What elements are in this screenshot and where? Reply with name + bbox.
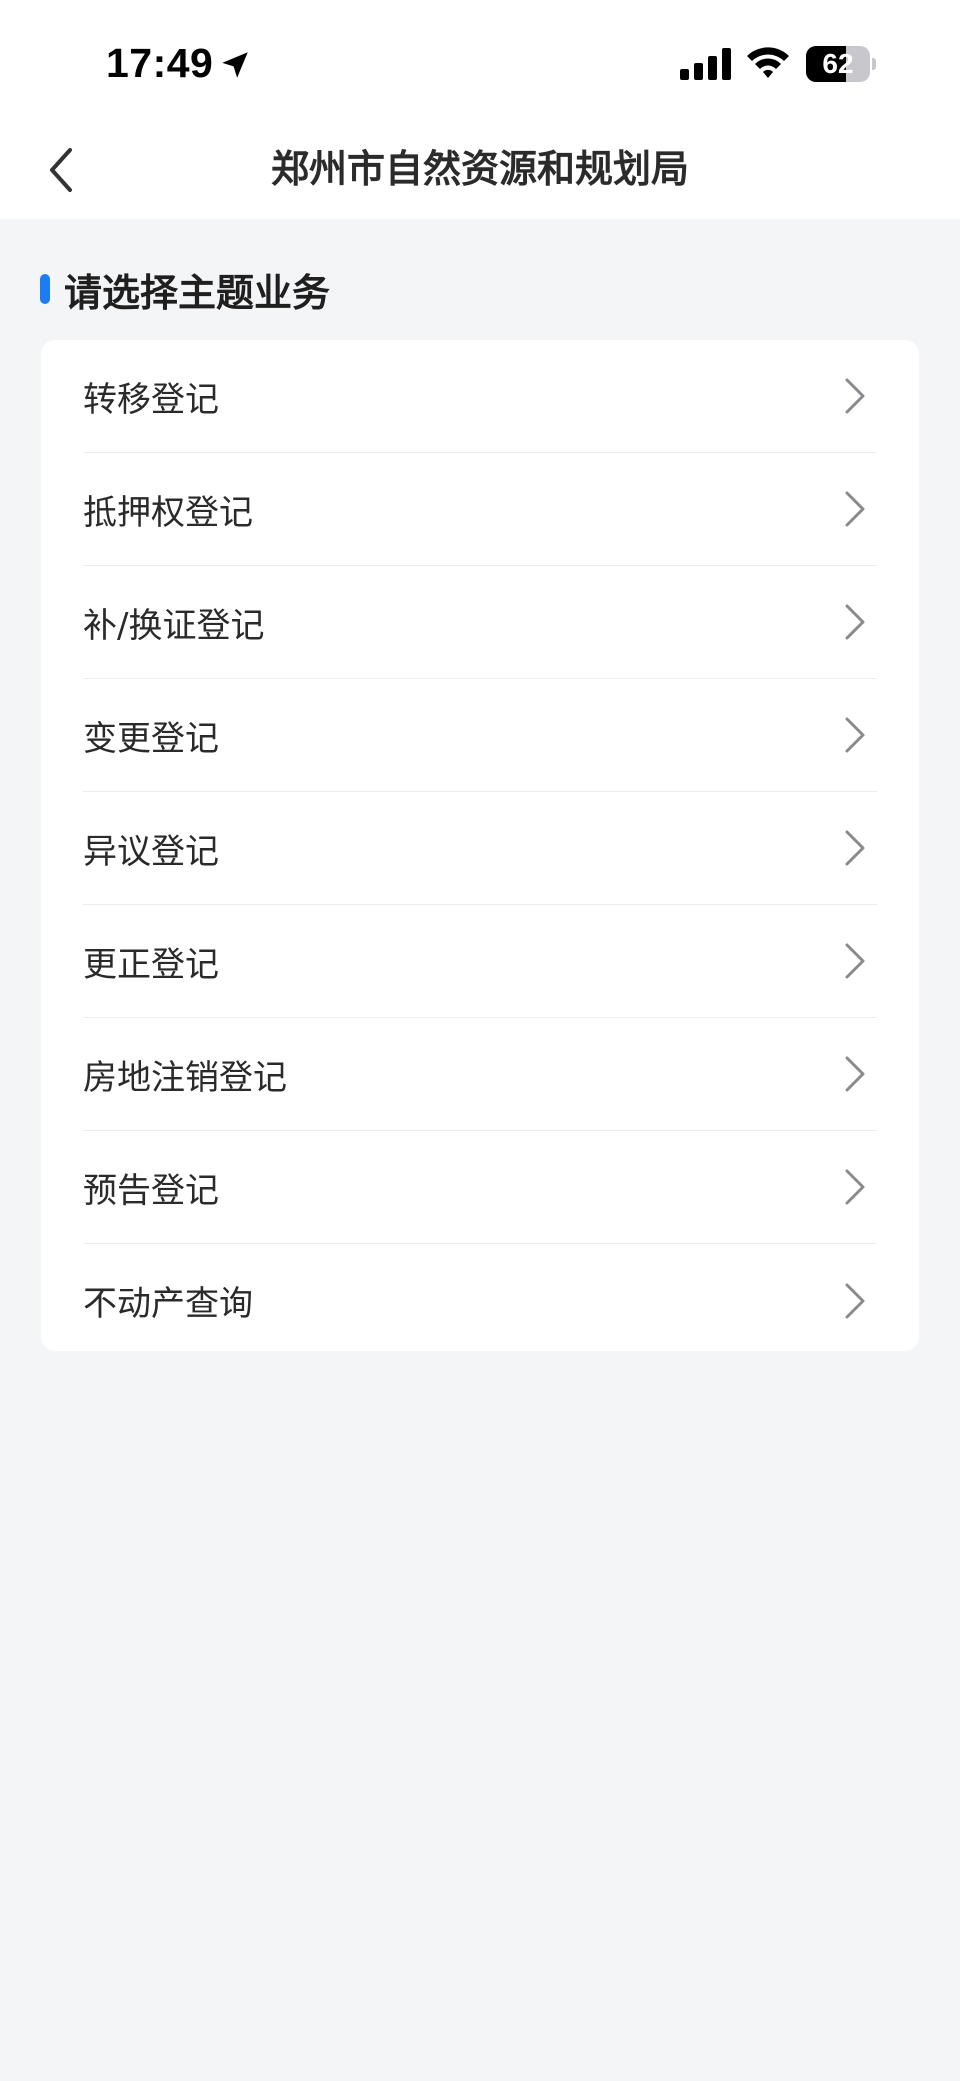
chevron-right-icon [845, 378, 865, 414]
battery-percent: 62 [822, 48, 854, 79]
menu-item-change-registration[interactable]: 变更登记 [83, 679, 877, 792]
section-accent-bar [40, 274, 50, 304]
menu-item-certificate-reissue[interactable]: 补/换证登记 [83, 566, 877, 679]
location-arrow-icon [222, 52, 248, 78]
chevron-left-icon [50, 148, 72, 192]
menu-item-label: 不动产查询 [83, 1284, 253, 1324]
menu-item-label: 转移登记 [83, 379, 219, 420]
menu-item-label: 异议登记 [83, 831, 219, 872]
menu-item-advance-notice-registration[interactable]: 预告登记 [83, 1131, 877, 1244]
top-bar-area: 17:49 62 郑州市自然资源和规划局 [0, 0, 960, 219]
chevron-right-icon [845, 1056, 865, 1092]
menu-item-objection-registration[interactable]: 异议登记 [83, 792, 877, 905]
back-button[interactable] [30, 140, 90, 200]
battery-body: 62 [806, 46, 870, 82]
cellular-signal-icon [680, 48, 731, 80]
section-header: 请选择主题业务 [40, 262, 330, 316]
menu-item-correction-registration[interactable]: 更正登记 [83, 905, 877, 1018]
chevron-right-icon [845, 604, 865, 640]
wifi-icon [747, 47, 789, 78]
chevron-right-icon [845, 1283, 865, 1318]
chevron-right-icon [845, 943, 865, 979]
status-time: 17:49 [106, 40, 214, 86]
menu-item-mortgage-registration[interactable]: 抵押权登记 [83, 453, 877, 566]
menu-item-label: 房地注销登记 [83, 1057, 287, 1098]
menu-item-label: 抵押权登记 [83, 492, 253, 533]
business-menu-card: 转移登记 抵押权登记 补/换证登记 变更登记 异议登记 更正登记 房地注销登记 … [41, 340, 919, 1351]
chevron-right-icon [845, 1169, 865, 1205]
menu-item-label: 预告登记 [83, 1170, 219, 1211]
battery-icon: 62 [806, 46, 876, 82]
chevron-right-icon [845, 717, 865, 753]
page-title: 郑州市自然资源和规划局 [270, 147, 689, 191]
navigation-bar: 郑州市自然资源和规划局 [0, 120, 960, 219]
menu-item-cancellation-registration[interactable]: 房地注销登记 [83, 1018, 877, 1131]
menu-item-label: 变更登记 [83, 718, 219, 759]
menu-item-label: 补/换证登记 [83, 605, 265, 646]
status-bar: 17:49 62 [0, 0, 960, 120]
battery-cap [872, 58, 876, 70]
chevron-right-icon [845, 830, 865, 866]
menu-item-label: 更正登记 [83, 944, 219, 985]
chevron-right-icon [845, 491, 865, 527]
menu-item-transfer-registration[interactable]: 转移登记 [83, 340, 877, 453]
section-title: 请选择主题业务 [64, 270, 331, 315]
menu-item-property-inquiry[interactable]: 不动产查询 [83, 1244, 877, 1357]
